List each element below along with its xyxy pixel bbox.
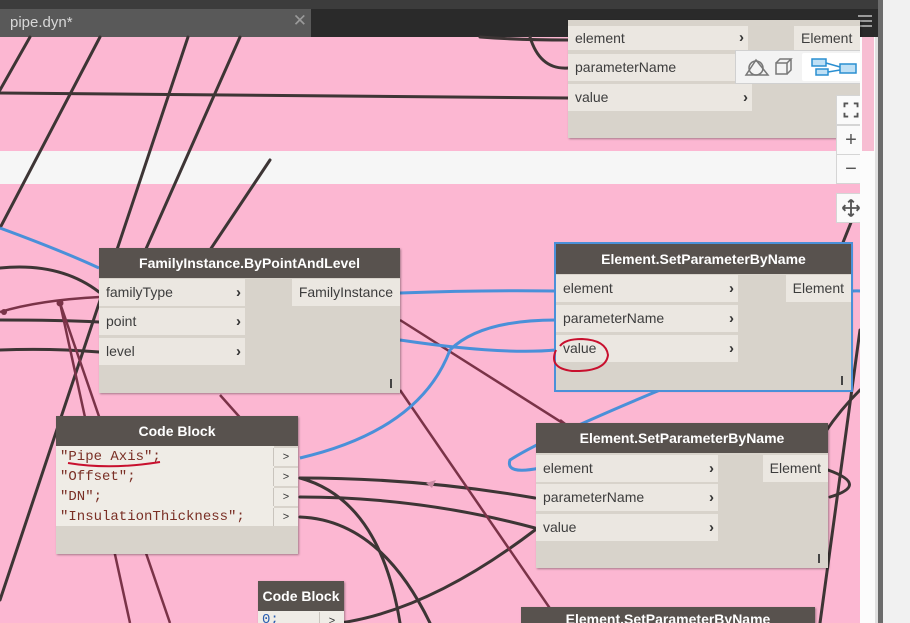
chevron-right-icon: › — [709, 519, 714, 536]
port-label: familyType — [106, 284, 173, 300]
chevron-right-icon: › — [743, 89, 748, 106]
output-port-familyinstance[interactable]: FamilyInstance — [291, 279, 400, 306]
close-tab-icon[interactable]: ✕ — [293, 11, 307, 31]
input-port-element[interactable]: element › — [536, 455, 718, 482]
output-port[interactable]: > — [273, 468, 298, 486]
tab-title: pipe.dyn* — [10, 14, 73, 31]
chevron-right-icon: › — [236, 343, 241, 360]
input-port-familytype[interactable]: familyType › — [99, 279, 245, 306]
code-line: "Offset"; — [60, 469, 136, 485]
hamburger-icon[interactable] — [858, 15, 872, 27]
file-tab[interactable]: pipe.dyn* ✕ — [0, 9, 311, 37]
chevron-right-icon: › — [709, 460, 714, 477]
input-port-parametername[interactable]: parameterName› — [568, 54, 748, 81]
setparam-node-2[interactable]: Element.SetParameterByName element › para… — [536, 423, 828, 568]
setparam-node-selected[interactable]: Element.SetParameterByName element › para… — [554, 242, 853, 392]
port-label: parameterName — [563, 310, 665, 326]
port-label: value — [563, 340, 597, 356]
geometry-view-icon[interactable] — [742, 56, 798, 78]
lacing-indicator — [818, 554, 820, 563]
output-port-element[interactable]: Element — [785, 275, 851, 302]
input-port-point[interactable]: point › — [99, 308, 245, 335]
chevron-right-icon: › — [729, 310, 734, 327]
port-label: value — [575, 89, 609, 105]
node-title: Element.SetParameterByName — [521, 607, 815, 623]
view-toggle — [735, 50, 868, 84]
chevron-right-icon: › — [739, 29, 744, 46]
window-border — [878, 0, 883, 623]
lacing-indicator — [841, 376, 843, 385]
family-instance-node[interactable]: FamilyInstance.ByPointAndLevel familyTyp… — [99, 248, 400, 393]
setparam-node-3[interactable]: Element.SetParameterByName — [521, 607, 815, 623]
chevron-right-icon: › — [236, 313, 241, 330]
output-port-element[interactable]: Element — [762, 455, 828, 482]
port-label: parameterName — [575, 59, 677, 75]
node-title: FamilyInstance.ByPointAndLevel — [99, 248, 400, 278]
output-port[interactable]: > — [273, 448, 298, 466]
output-port-element[interactable]: Element — [794, 26, 860, 50]
port-label: element — [543, 460, 593, 476]
graph-view-icon[interactable] — [802, 53, 864, 81]
output-port[interactable]: > — [319, 612, 344, 623]
code-line: 0; — [262, 612, 279, 623]
output-port[interactable]: > — [273, 488, 298, 506]
code-block-node-2[interactable]: Code Block 0; > — [258, 581, 344, 623]
canvas-band — [0, 151, 860, 184]
port-label: point — [106, 313, 137, 329]
input-port-parametername[interactable]: parameterName › — [556, 305, 738, 332]
input-port-value[interactable]: value › — [536, 514, 718, 541]
output-port[interactable]: > — [273, 508, 298, 526]
code-editor[interactable]: "Pipe Axis"; "Offset"; "DN"; "Insulation… — [56, 446, 274, 526]
port-label: value — [543, 519, 577, 535]
node-title: Code Block — [258, 581, 344, 611]
port-label: element — [563, 280, 613, 296]
chevron-right-icon: › — [236, 284, 241, 301]
port-label: level — [106, 343, 135, 359]
input-port-level[interactable]: level › — [99, 338, 245, 365]
chevron-right-icon: › — [709, 489, 714, 506]
node-title: Code Block — [56, 416, 298, 446]
scrollbar-thumb[interactable] — [862, 37, 874, 151]
node-title: Element.SetParameterByName — [556, 244, 851, 274]
node-title: Element.SetParameterByName — [536, 423, 828, 453]
input-port-parametername[interactable]: parameterName › — [536, 484, 718, 511]
chevron-right-icon: › — [729, 280, 734, 297]
code-line: "InsulationThickness"; — [60, 509, 245, 525]
input-port-element[interactable]: element › — [556, 275, 738, 302]
code-block-node[interactable]: Code Block "Pipe Axis"; "Offset"; "DN"; … — [56, 416, 298, 554]
lacing-indicator — [390, 379, 392, 388]
code-line: "DN"; — [60, 489, 103, 505]
code-line: "Pipe Axis"; — [60, 449, 161, 465]
input-port-element[interactable]: element › — [568, 26, 748, 50]
chevron-right-icon: › — [729, 340, 734, 357]
port-label: parameterName — [543, 489, 645, 505]
input-port-value[interactable]: value › — [556, 335, 738, 362]
port-label: element — [575, 30, 625, 46]
input-port-value[interactable]: value › — [568, 84, 752, 111]
